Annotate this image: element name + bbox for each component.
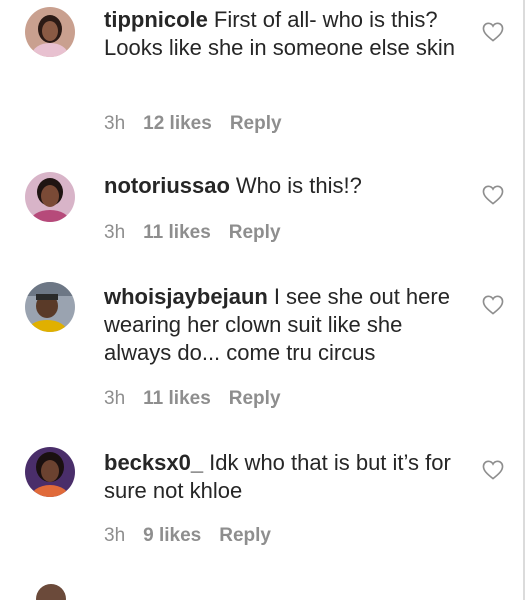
comment-text-block: whoisjaybejaun I see she out here wearing…	[104, 283, 464, 367]
comment-time: 3h	[104, 388, 126, 409]
comment-meta: 3h 12 likes Reply	[104, 113, 300, 135]
comment-meta: 3h 11 likes Reply	[104, 222, 299, 244]
avatar-image	[25, 447, 75, 497]
comment-username[interactable]: tippnicole	[104, 7, 208, 32]
avatar-image	[25, 172, 75, 222]
comment-likes[interactable]: 11 likes	[143, 222, 211, 243]
reply-button[interactable]: Reply	[219, 525, 271, 546]
avatar[interactable]	[25, 447, 75, 497]
reply-button[interactable]: Reply	[230, 113, 282, 134]
comment-username[interactable]: notoriussao	[104, 173, 230, 198]
comment-username[interactable]: becksx0_	[104, 450, 203, 475]
reply-button[interactable]: Reply	[229, 388, 281, 409]
heart-outline-icon[interactable]	[482, 460, 504, 480]
comment-meta: 3h 11 likes Reply	[104, 388, 299, 410]
avatar[interactable]	[36, 584, 66, 600]
comment-likes[interactable]: 12 likes	[143, 113, 212, 134]
comment-meta: 3h 9 likes Reply	[104, 525, 289, 547]
comment-text-block: tippnicole First of all- who is this? Loo…	[104, 6, 464, 62]
comment-likes[interactable]: 11 likes	[143, 388, 211, 409]
avatar[interactable]	[25, 172, 75, 222]
comment-username[interactable]: whoisjaybejaun	[104, 284, 268, 309]
heart-outline-icon[interactable]	[482, 295, 504, 315]
comment-text-block: notoriussao Who is this!?	[104, 172, 464, 200]
comment-time: 3h	[104, 525, 126, 546]
avatar-image	[25, 7, 75, 57]
comment-time: 3h	[104, 222, 126, 243]
avatar[interactable]	[25, 7, 75, 57]
comment-time: 3h	[104, 113, 126, 134]
comment-text-block: becksx0_ Idk who that is but it’s for sur…	[104, 449, 464, 505]
heart-outline-icon[interactable]	[482, 185, 504, 205]
avatar[interactable]	[25, 282, 75, 332]
heart-outline-icon[interactable]	[482, 22, 504, 42]
avatar-image	[25, 282, 75, 332]
comment-likes[interactable]: 9 likes	[143, 525, 201, 546]
comment-text: Who is this!?	[235, 173, 362, 198]
reply-button[interactable]: Reply	[229, 222, 281, 243]
